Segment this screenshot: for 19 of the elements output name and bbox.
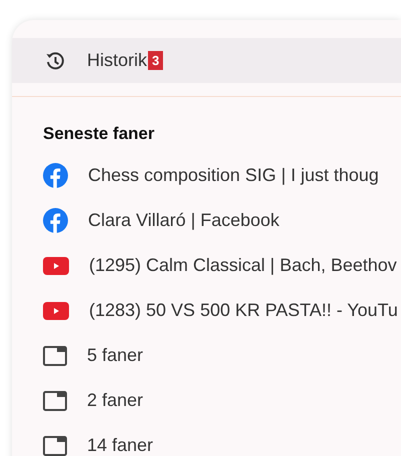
youtube-icon [43,256,69,274]
count-badge: 3 [148,51,164,70]
tab-item[interactable]: Clara Villaró | Facebook [12,198,401,243]
section-heading: Seneste faner [43,124,154,143]
facebook-icon [43,163,68,188]
tab-item[interactable]: 2 faner [12,378,401,423]
history-title: Historik [87,49,148,72]
tab-item[interactable]: (1283) 50 VS 500 KR PASTA!! - YouTu [12,288,401,333]
window-icon [43,346,67,366]
window-icon [43,390,67,410]
history-header[interactable]: Historik 3 [12,38,401,83]
tab-item[interactable]: 14 faner [12,423,401,456]
facebook-icon [43,208,68,233]
window-icon [43,436,67,456]
history-icon [45,50,65,70]
tab-item[interactable]: (1295) Calm Classical | Bach, Beethov [12,243,401,288]
tab-item[interactable]: 5 faner [12,333,401,378]
tab-item[interactable]: Chess composition SIG | I just thoug [12,153,401,198]
youtube-icon [43,302,69,320]
